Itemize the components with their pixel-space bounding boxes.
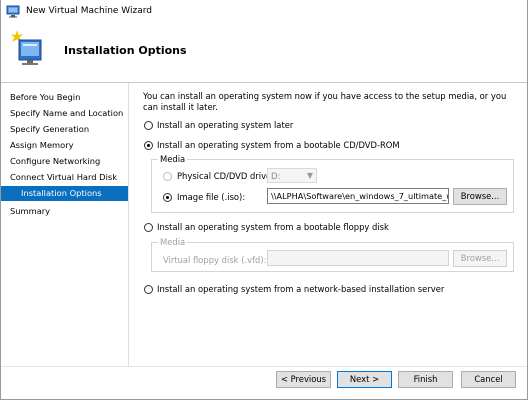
floppy-media-group-title: Media [158,237,188,247]
intro-text: You can install an operating system now … [143,91,507,112]
install-later-radio[interactable] [144,121,153,130]
virtual-machine-wizard-icon [11,30,42,65]
hyper-v-app-icon [6,5,20,18]
sidebar-item-assign-memory[interactable]: Assign Memory [1,138,129,153]
install-cd-dvd-radio[interactable] [144,141,153,150]
install-network-label[interactable]: Install an operating system from a netwo… [157,284,444,294]
sidebar-item-installation-options[interactable]: Installation Options [1,186,129,201]
previous-button[interactable]: < Previous [276,371,331,388]
sidebar-item-specify-name-and-location[interactable]: Specify Name and Location [1,106,129,121]
image-file-radio[interactable] [163,193,172,202]
sidebar-item-summary[interactable]: Summary [1,204,129,219]
physical-drive-radio[interactable] [163,172,172,181]
next-button[interactable]: Next > [337,371,392,388]
vfd-label: Virtual floppy disk (.vfd): [163,255,267,265]
install-network-radio[interactable] [144,285,153,294]
wizard-footer: < Previous Next > Finish Cancel [1,367,527,399]
physical-drive-value: D: [271,171,281,181]
install-later-label[interactable]: Install an operating system later [157,120,293,130]
title-bar: New Virtual Machine Wizard [0,0,528,24]
image-file-label[interactable]: Image file (.iso): [177,192,245,202]
sidebar-item-before-you-begin[interactable]: Before You Begin [1,90,129,105]
image-file-path-value: \\ALPHA\Software\en_windows_7_ultimate_w… [271,191,449,201]
image-browse-button[interactable]: Browse... [453,188,507,205]
window-title: New Virtual Machine Wizard [26,6,152,16]
install-floppy-label[interactable]: Install an operating system from a boota… [157,222,389,232]
vfd-path-input[interactable] [267,250,449,266]
install-floppy-radio[interactable] [144,223,153,232]
sidebar-divider [128,83,129,366]
wizard-header: Installation Options [1,24,527,82]
vfd-browse-button[interactable]: Browse... [453,250,507,267]
main-content: You can install an operating system now … [130,83,526,366]
sidebar-item-configure-networking[interactable]: Configure Networking [1,154,129,169]
page-title: Installation Options [64,44,187,57]
cd-media-group-title: Media [158,154,188,164]
wizard-steps-sidebar: Before You Begin Specify Name and Locati… [1,83,129,366]
install-cd-dvd-label[interactable]: Install an operating system from a boota… [157,140,400,150]
physical-drive-label[interactable]: Physical CD/DVD drive: [177,171,274,181]
sidebar-item-specify-generation[interactable]: Specify Generation [1,122,129,137]
cancel-button[interactable]: Cancel [461,371,516,388]
window-border-left [0,0,1,400]
image-file-path-input[interactable]: \\ALPHA\Software\en_windows_7_ultimate_w… [267,188,449,204]
chevron-down-icon: ▼ [306,171,313,180]
finish-button[interactable]: Finish [398,371,453,388]
physical-drive-select[interactable]: D: ▼ [267,168,317,183]
sidebar-item-connect-virtual-hard-disk[interactable]: Connect Virtual Hard Disk [1,170,129,185]
